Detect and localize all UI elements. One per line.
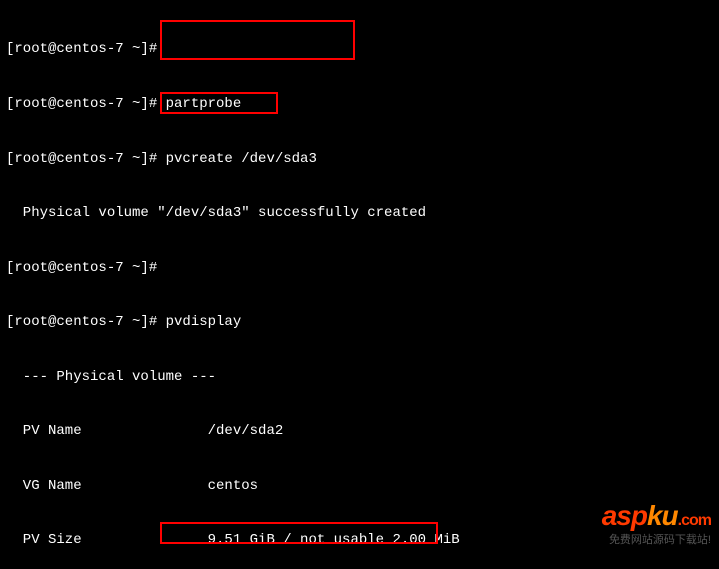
pv-name: PV Name /dev/sda2 [6, 422, 713, 440]
output-pvcreate: Physical volume "/dev/sda3" successfully… [6, 204, 713, 222]
cmd-pvdisplay: [root@centos-7 ~]# pvdisplay [6, 313, 713, 331]
pv-header: --- Physical volume --- [6, 368, 713, 386]
brand-orange: ku [647, 500, 678, 531]
brand-red: asp [602, 500, 647, 531]
brand-dot: .com [678, 512, 711, 529]
prompt-line: [root@centos-7 ~]# [6, 259, 713, 277]
vg-name: VG Name centos [6, 477, 713, 495]
watermark-brand: aspku.com [602, 498, 711, 534]
watermark: aspku.com 免费网站源码下载站! [602, 498, 711, 547]
watermark-tag: 免费网站源码下载站! [602, 533, 711, 547]
cmd-pvcreate: [root@centos-7 ~]# pvcreate /dev/sda3 [6, 150, 713, 168]
prompt-line: [root@centos-7 ~]# [6, 40, 713, 58]
cmd-partprobe: [root@centos-7 ~]# partprobe [6, 95, 713, 113]
terminal[interactable]: [root@centos-7 ~]# [root@centos-7 ~]# pa… [0, 0, 719, 569]
